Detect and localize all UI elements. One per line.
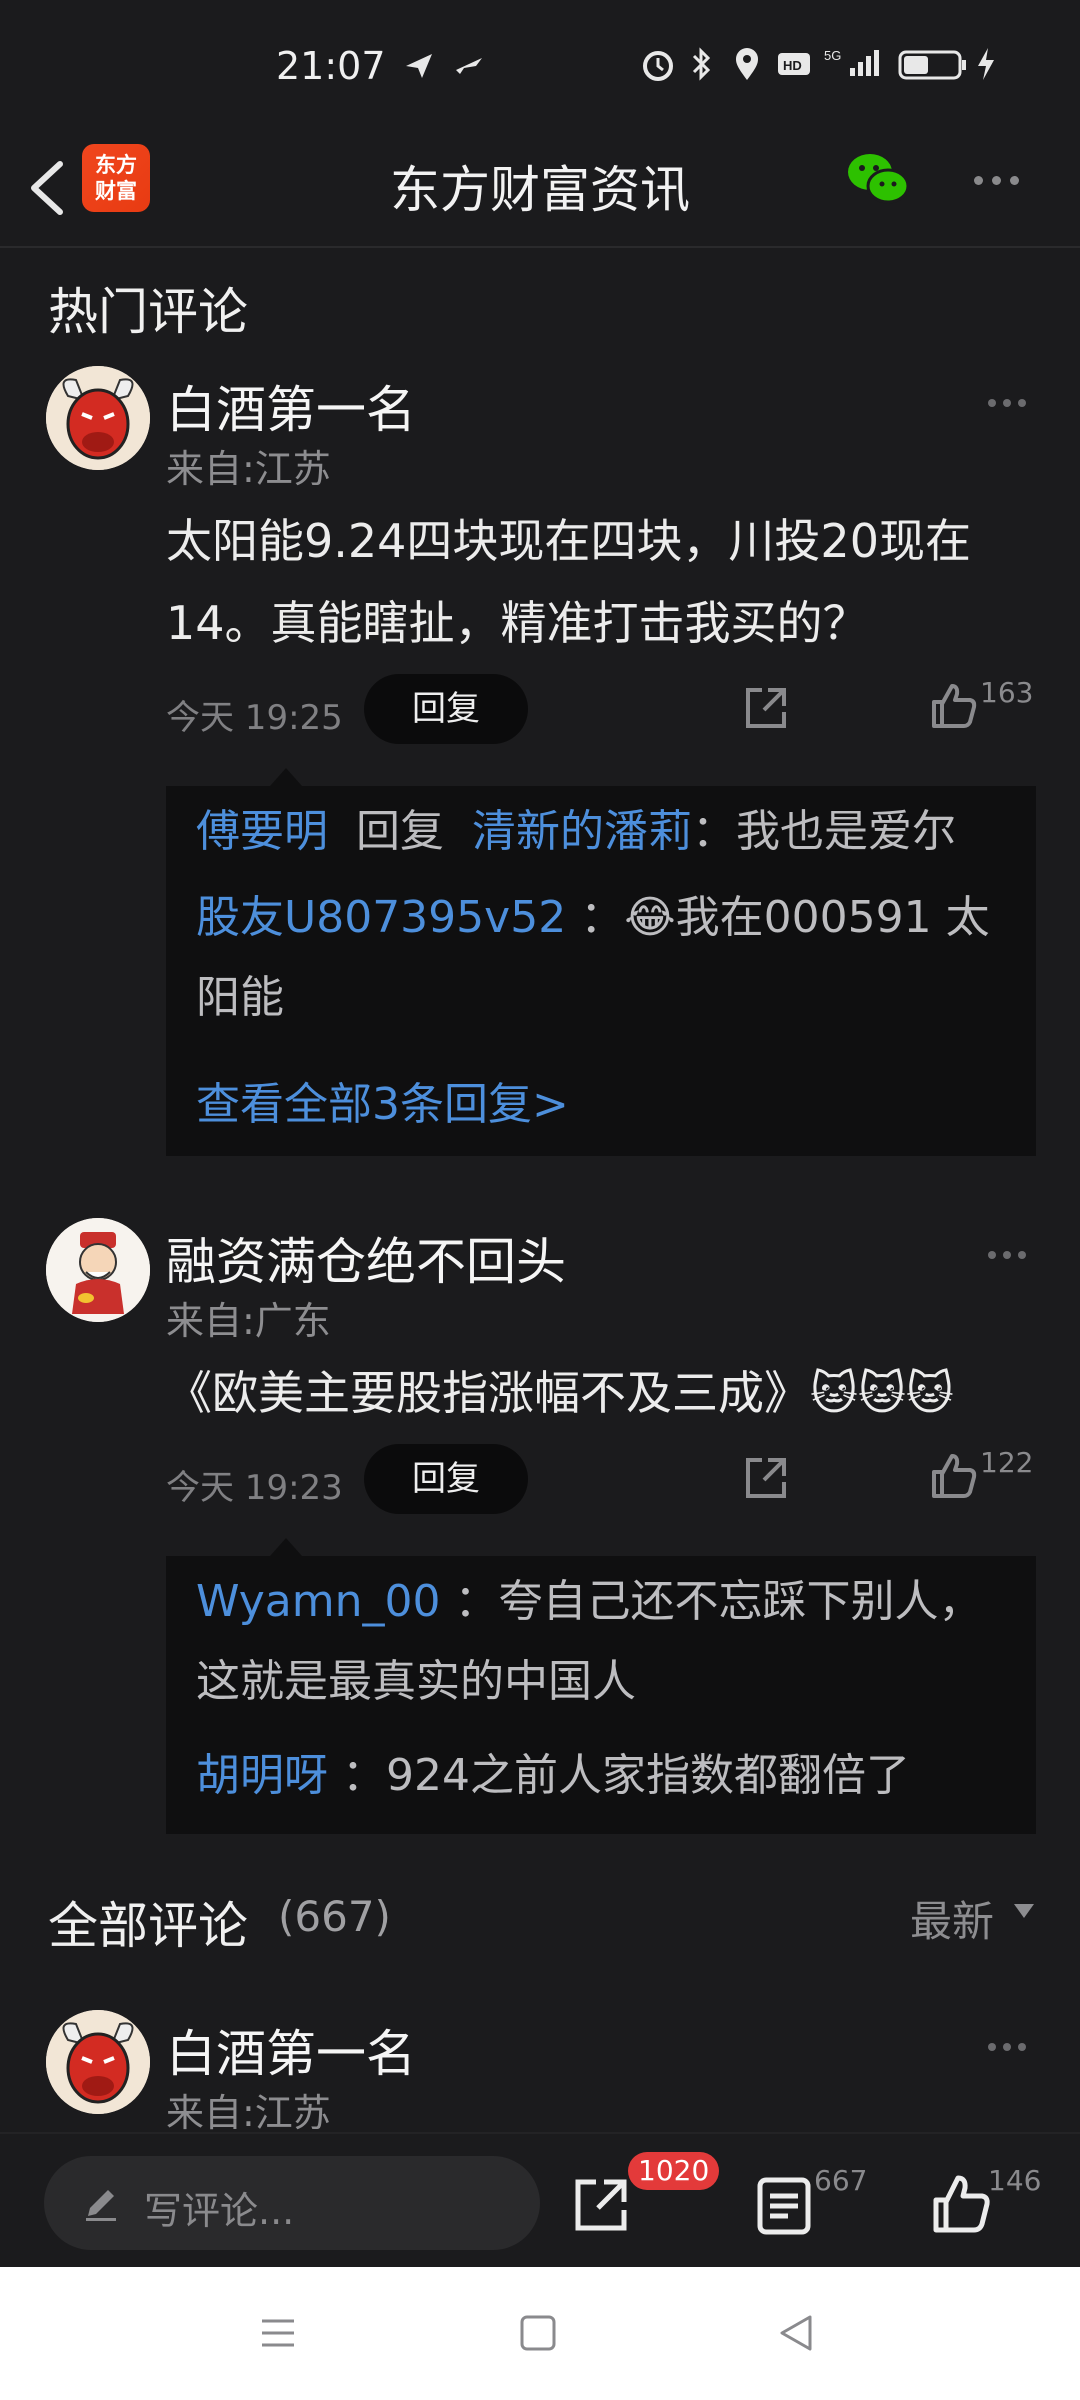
bottom-action-bar: 写评论... 1020 667 146 (0, 2132, 1080, 2267)
comment-time: 今天 19:25 (166, 698, 343, 738)
svg-text:HD: HD (783, 58, 802, 73)
avatar[interactable] (46, 1218, 150, 1322)
comment-username[interactable]: 白酒第一名 (166, 370, 416, 442)
like-count: 163 (980, 676, 1034, 709)
sort-dropdown[interactable]: 最新 (910, 1888, 994, 1949)
comment-more-icon[interactable] (988, 2036, 1038, 2056)
comment-count: 667 (814, 2164, 868, 2197)
comment-location: 来自:广东 (166, 1299, 331, 1343)
avatar[interactable] (46, 2010, 150, 2114)
status-bar: 21:07 HD 5G (0, 0, 1080, 130)
share-count-badge: 1020 (628, 2152, 720, 2190)
reply-text: ：我也是爱尔 (691, 806, 956, 857)
reply-preview-box: Wyamn_00 ：夸自己还不忘踩下别人，这就是最真实的中国人 胡明呀 ：924… (166, 1538, 1036, 1834)
comment-time: 今天 19:23 (166, 1468, 343, 1508)
page-title: 东方财富资讯 (390, 161, 690, 219)
reply-line[interactable]: 傅要明 回复 清新的潘莉：我也是爱尔 (196, 792, 1016, 872)
view-all-replies-link[interactable]: 查看全部3条回复> (196, 1068, 569, 1132)
thumbs-up-icon[interactable] (928, 680, 980, 732)
comment-placeholder: 写评论... (144, 2189, 295, 2233)
more-options-icon[interactable] (974, 170, 1034, 190)
status-time: 21:07 (276, 44, 386, 88)
alarm-icon (643, 51, 673, 81)
battery-icon (898, 50, 966, 80)
location-icon (736, 48, 758, 80)
all-comments-count: (667) (278, 1892, 391, 1941)
dropdown-arrow-icon[interactable] (1014, 1904, 1034, 1918)
comments-icon[interactable] (752, 2174, 816, 2238)
send-icon (406, 54, 432, 78)
wechat-icon[interactable] (846, 150, 910, 208)
comment-username[interactable]: 白酒第一名 (166, 2014, 416, 2086)
header: 东方 财富 东方财富资讯 (0, 130, 1080, 248)
reply-preview-box: 傅要明 回复 清新的潘莉：我也是爱尔 股友U807395v52 ：😂我在0005… (166, 768, 1036, 1156)
bull-avatar-icon (46, 2010, 150, 2114)
system-nav-bar (0, 2267, 1080, 2400)
pencil-icon (86, 2190, 116, 2221)
comment-content: 《欧美主要股指涨幅不及三成》🐱🐱🐱 (166, 1366, 954, 1420)
reply-verb: 回复 (355, 806, 444, 857)
reply-username[interactable]: 傅要明 (196, 806, 328, 857)
thumbs-up-icon[interactable] (928, 1450, 980, 1502)
comment-content: 太阳能9.24四块现在四块，川投20现在14。真能瞎扯，精准打击我买的？ (166, 514, 971, 650)
comment-location: 来自:江苏 (166, 2091, 331, 2135)
comment-username[interactable]: 融资满仓绝不回头 (166, 1222, 566, 1294)
hot-comments-title: 热门评论 (48, 283, 248, 341)
svg-text:5G: 5G (824, 48, 841, 63)
comment-input[interactable]: 写评论... (44, 2156, 540, 2250)
reply-button[interactable]: 回复 (364, 1444, 528, 1514)
menu-icon[interactable] (256, 2311, 300, 2355)
bluetooth-icon (692, 47, 711, 81)
signal-5g-icon: 5G (824, 48, 879, 76)
avatar[interactable] (46, 366, 150, 470)
all-comments-title: 全部评论 (48, 1897, 248, 1955)
share-icon[interactable] (570, 2172, 634, 2236)
home-icon[interactable] (516, 2311, 560, 2355)
reply-line[interactable]: 胡明呀 ：924之前人家指数都翻倍了 (196, 1736, 1016, 1816)
reply-username[interactable]: 股友U807395v52 (196, 892, 566, 943)
share-icon[interactable] (740, 1452, 792, 1504)
comment-location: 来自:江苏 (166, 447, 331, 491)
fortune-god-avatar-icon (46, 1218, 150, 1322)
reply-username[interactable]: Wyamn_00 (196, 1576, 440, 1627)
reply-line[interactable]: Wyamn_00 ：夸自己还不忘踩下别人，这就是最真实的中国人 (196, 1562, 1016, 1722)
like-count: 122 (980, 1446, 1034, 1479)
reply-button[interactable]: 回复 (364, 674, 528, 744)
reply-line[interactable]: 股友U807395v52 ：😂我在000591 太阳能 (196, 878, 1016, 1038)
thumbs-up-icon[interactable] (930, 2172, 994, 2236)
share-icon[interactable] (740, 682, 792, 734)
comment-more-icon[interactable] (988, 1244, 1038, 1264)
hd-icon: HD (778, 53, 810, 75)
reply-target-username[interactable]: 清新的潘莉 (472, 806, 692, 857)
like-count: 146 (988, 2164, 1042, 2197)
reply-text: ：924之前人家指数都翻倍了 (342, 1750, 910, 1801)
airplane-icon (456, 58, 482, 74)
reply-username[interactable]: 胡明呀 (196, 1750, 328, 1801)
charging-icon (978, 48, 994, 80)
bull-avatar-icon (46, 366, 150, 470)
back-icon[interactable] (774, 2311, 818, 2355)
comment-more-icon[interactable] (988, 392, 1038, 412)
